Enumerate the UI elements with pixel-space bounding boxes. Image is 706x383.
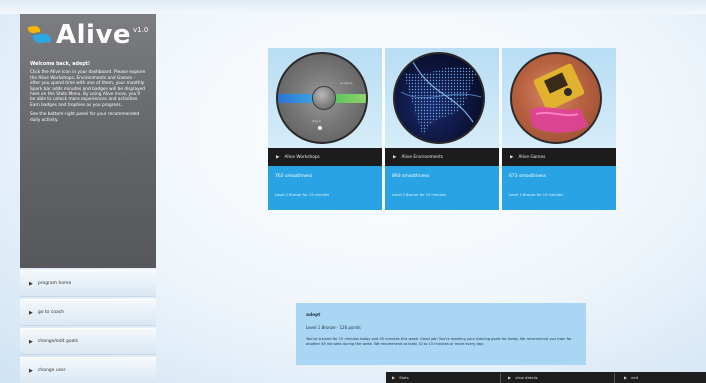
card-stats: 893 smoothness Level 2 Bronze for 15 min… [385, 166, 499, 210]
welcome-message: Welcome back, adept! Click the Alive ico… [30, 62, 146, 127]
alive-logo-icon [27, 24, 52, 45]
divider [614, 373, 615, 383]
card-environments[interactable]: ▶ Alive Environments 893 smoothness Leve… [385, 48, 499, 210]
sidebar-item-label: change/edit goals [37, 339, 78, 344]
triangle-right-icon: ▶ [508, 375, 512, 380]
card-workshops[interactable]: workshop drag in ▶ Alive Workshops 762 s… [268, 48, 382, 210]
triangle-right-icon: ▶ [624, 375, 628, 380]
sidebar-item-go-to-coach[interactable]: ▶ go to coach [20, 299, 156, 325]
logo-version: v1.0 [133, 26, 149, 34]
detail-panel: adept Level 1 Bronze - 126 points You've… [296, 303, 586, 365]
bottom-item-label: view details [515, 375, 538, 380]
sidebar-item-label: change user [37, 368, 66, 373]
card-games[interactable]: ▶ Alive Games 673 smoothness Level 2 Bro… [502, 48, 616, 210]
sidebar-item-label: go to coach [37, 310, 65, 315]
welcome-body: Click the Alive icon in your dashboard. … [30, 70, 146, 108]
card-image-area [502, 48, 616, 148]
card-title: Alive Environments [401, 154, 444, 160]
sidebar-item-change-goals[interactable]: ▶ change/edit goals [20, 328, 156, 354]
card-title-strip[interactable]: ▶ Alive Workshops [268, 148, 382, 166]
triangle-right-icon: ▶ [29, 309, 33, 316]
card-title: Alive Games [518, 154, 546, 160]
sidebar-item-change-user[interactable]: ▶ change user [20, 357, 156, 383]
detail-title: adept [306, 313, 321, 318]
card-image-area [385, 48, 499, 148]
bottom-item-exit[interactable]: ▶ exit [618, 372, 638, 383]
logo-text: Alive [56, 20, 132, 50]
triangle-right-icon: ▶ [393, 154, 397, 160]
welcome-heading: Welcome back, adept! [30, 62, 91, 67]
environments-particle-image [393, 52, 485, 144]
top-strip [0, 0, 706, 14]
bottom-item-view-details[interactable]: ▶ view details [502, 372, 538, 383]
card-title: Alive Workshops [284, 154, 320, 160]
detail-level: Level 1 Bronze - 126 points [306, 325, 361, 330]
card-stats: 762 smoothness Level 2 Bronze for 15 min… [268, 166, 382, 210]
triangle-right-icon: ▶ [510, 154, 514, 160]
sidebar-item-label: program home [37, 281, 72, 286]
card-stats: 673 smoothness Level 2 Bronze for 15 min… [502, 166, 616, 210]
card-image-area: workshop drag in [268, 48, 382, 148]
card-last-session: Level 2 Bronze for 15 minutes [509, 193, 563, 197]
triangle-right-icon: ▶ [29, 280, 33, 287]
bottom-item-label: exit [631, 375, 639, 380]
bottom-item-stats[interactable]: ▶ Stats [386, 372, 409, 383]
card-last-session: Level 2 Bronze for 15 minutes [392, 193, 446, 197]
card-amount: 893 smoothness [392, 174, 430, 179]
card-amount: 762 smoothness [275, 174, 313, 179]
app-logo: Alive v1.0 [27, 20, 149, 50]
triangle-right-icon: ▶ [392, 375, 396, 380]
workshops-gauge-image: workshop drag in [276, 52, 368, 144]
sidebar-item-program-home[interactable]: ▶ program home [20, 270, 156, 296]
divider [500, 373, 501, 383]
detail-body: You've trained for 15 minutes today and … [306, 337, 572, 346]
card-amount: 673 smoothness [509, 174, 547, 179]
bottom-item-label: Stats [399, 375, 409, 380]
card-title-strip[interactable]: ▶ Alive Games [502, 148, 616, 166]
welcome-note: See the bottom-right panel for your reco… [30, 112, 140, 123]
card-title-strip[interactable]: ▶ Alive Environments [385, 148, 499, 166]
sidebar-panel: Alive v1.0 Welcome back, adept! Click th… [20, 14, 156, 268]
triangle-right-icon: ▶ [276, 154, 280, 160]
card-last-session: Level 2 Bronze for 15 minutes [275, 193, 329, 197]
triangle-right-icon: ▶ [29, 367, 33, 374]
games-photo-image [510, 52, 602, 144]
triangle-right-icon: ▶ [29, 338, 33, 345]
bottom-bar: ▶ Stats ▶ view details ▶ exit [386, 372, 706, 383]
